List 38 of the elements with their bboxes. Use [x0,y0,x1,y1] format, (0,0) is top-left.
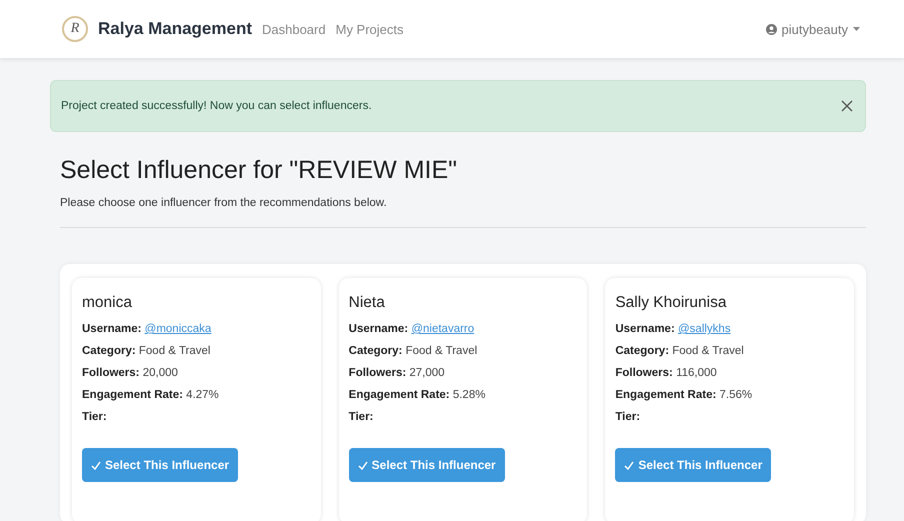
user-menu[interactable]: piutybeauty [782,22,848,36]
influencer-name: Sally Khoirunisa [615,294,728,312]
select-influencer-button[interactable]: Select This Influencer [82,448,238,482]
username-link[interactable]: @moniccaka [144,323,212,335]
influencer-detail: Username: @moniccaka [82,322,212,337]
page-title: Select Influencer for "REVIEW MIE" [60,156,458,185]
username-link[interactable]: @nietavarro [411,323,474,335]
influencer-detail: Username: @nietavarro [348,322,476,337]
brand-logo[interactable]: R [62,16,88,42]
influencer-detail: Followers: 116,000 [615,366,718,381]
brand-name[interactable]: Ralya Management [98,19,252,39]
influencer-detail: Tier: [348,410,374,425]
influencer-detail: Tier: [82,410,108,425]
select-influencer-button[interactable]: Select This Influencer [348,448,505,482]
page-subtitle: Please choose one influencer from the recommendations below. [60,197,388,209]
select-influencer-button[interactable]: Select This Influencer [615,448,772,482]
check-icon [91,460,101,470]
influencer-name: monica [82,294,133,312]
influencer-detail: Category: Food & Travel [615,344,745,359]
check-icon [358,460,368,470]
influencer-detail: Engagement Rate: 7.56% [615,388,754,403]
influencer-detail: Engagement Rate: 5.28% [348,388,486,403]
nav-link[interactable]: My Projects [336,22,404,36]
influencer-detail: Username: @sallykhs [615,322,732,337]
nav-link[interactable]: Dashboard [262,22,326,36]
close-icon[interactable] [841,100,853,112]
influencer-detail: Tier: [615,410,642,425]
caret-icon[interactable] [853,27,860,31]
alert-message: Project created successfully! Now you can select influencers. [61,100,372,112]
influencer-detail: Followers: 27,000 [348,366,446,381]
check-icon [624,460,634,470]
influencer-detail: Engagement Rate: 4.27% [82,388,220,403]
influencer-detail: Followers: 20,000 [82,366,179,381]
influencer-detail: Category: Food & Travel [82,344,212,359]
username-link[interactable]: @sallykhs [678,323,731,335]
user-icon [766,24,776,34]
influencer-detail: Category: Food & Travel [348,344,478,359]
influencer-name: Nieta [348,294,386,312]
